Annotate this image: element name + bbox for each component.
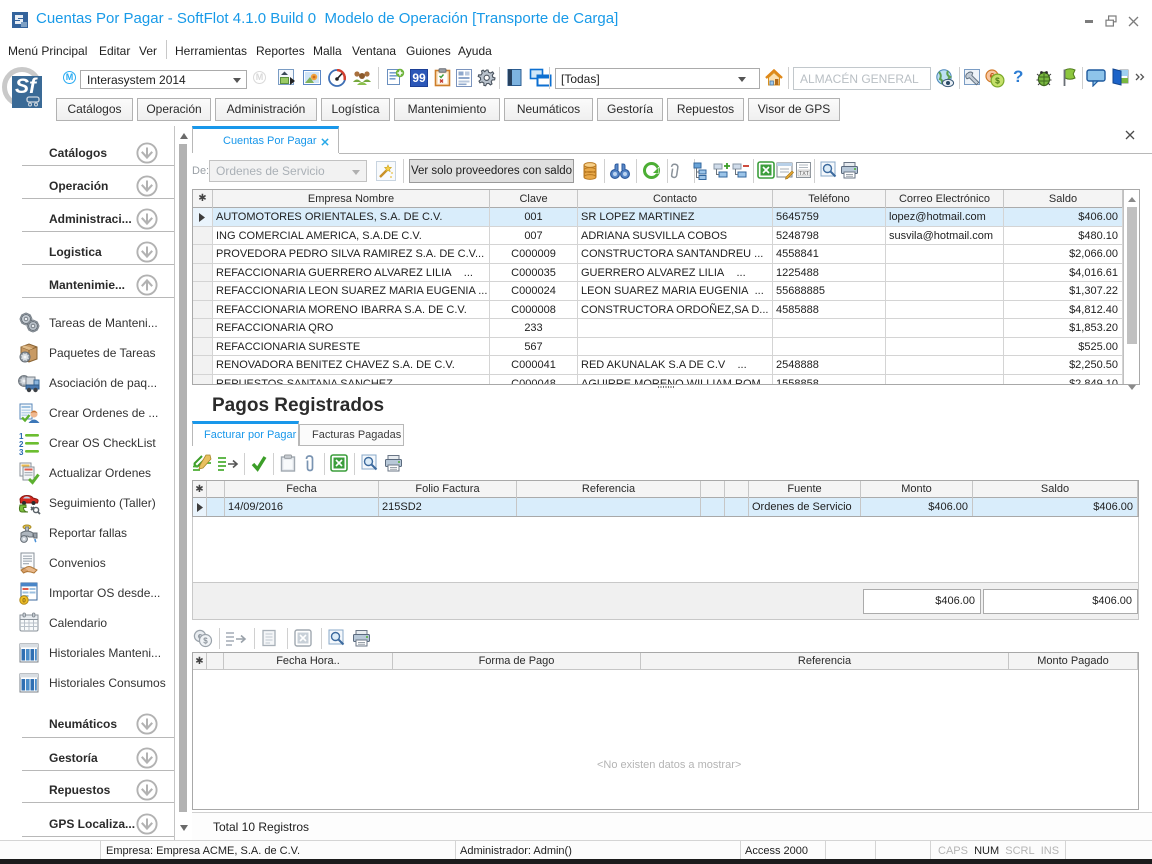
svg-text:0: 0 [22,598,26,605]
svg-text:$: $ [203,637,208,646]
svg-text:TXT: TXT [799,171,810,177]
svg-text:3: 3 [19,448,24,455]
svg-text:$: $ [995,76,1000,86]
